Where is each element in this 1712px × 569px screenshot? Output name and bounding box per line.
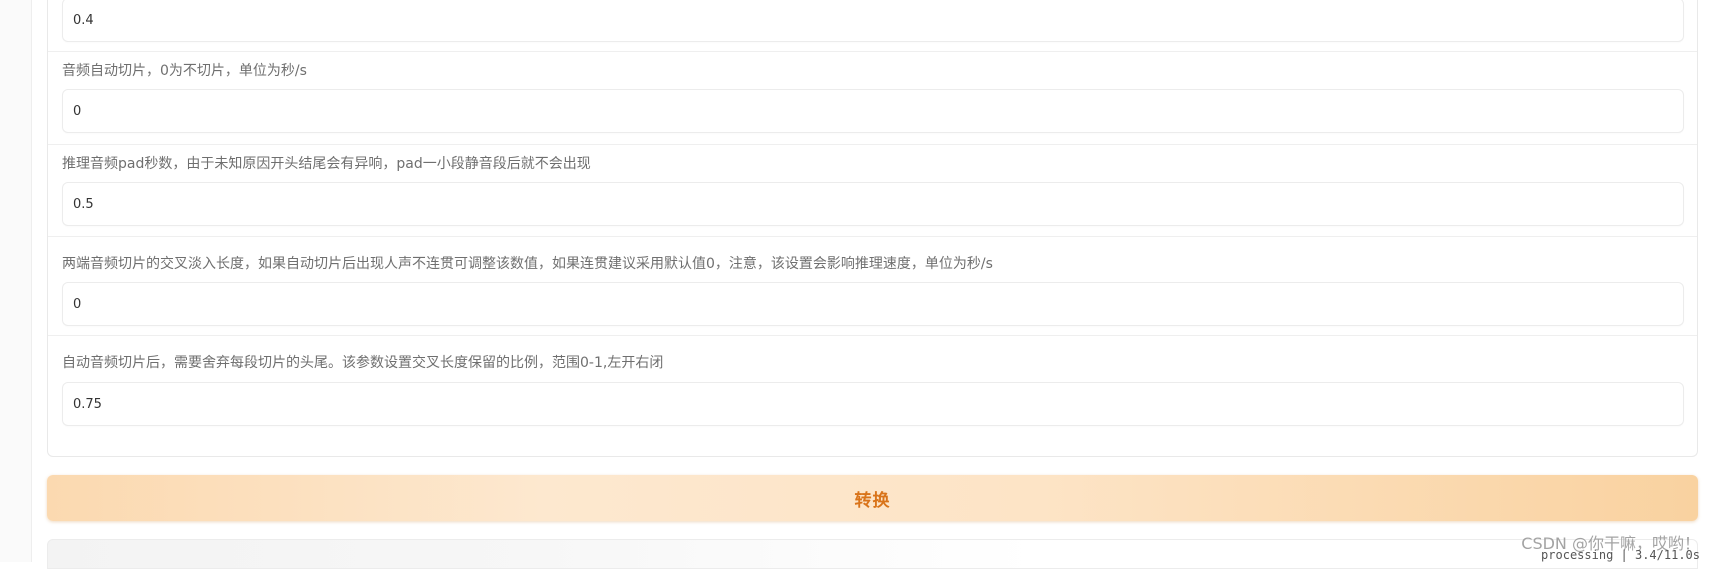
divider bbox=[48, 144, 1697, 145]
processing-status: processing | 3.4/11.0s bbox=[1541, 548, 1700, 562]
pad-seconds-input[interactable] bbox=[62, 182, 1684, 226]
crossfade-length-label: 两端音频切片的交叉淡入长度，如果自动切片后出现人声不连贯可调整该数值，如果连贯建… bbox=[62, 256, 993, 272]
left-gutter bbox=[0, 0, 32, 562]
keep-ratio-label: 自动音频切片后，需要舍弃每段切片的头尾。该参数设置交叉长度保留的比例，范围0-1… bbox=[62, 355, 664, 371]
output-panel bbox=[47, 539, 1698, 569]
divider bbox=[48, 236, 1697, 237]
keep-ratio-input[interactable] bbox=[62, 382, 1684, 426]
auto-slice-input[interactable] bbox=[62, 89, 1684, 133]
convert-button[interactable]: 转换 bbox=[47, 475, 1698, 521]
divider bbox=[48, 335, 1697, 336]
auto-slice-label: 音频自动切片，0为不切片，单位为秒/s bbox=[62, 63, 307, 79]
crossfade-length-input[interactable] bbox=[62, 282, 1684, 326]
previous-setting-input[interactable] bbox=[62, 0, 1684, 42]
pad-seconds-label: 推理音频pad秒数，由于未知原因开头结尾会有异响，pad一小段静音段后就不会出现 bbox=[62, 156, 591, 172]
settings-panel: 音频自动切片，0为不切片，单位为秒/s 推理音频pad秒数，由于未知原因开头结尾… bbox=[47, 0, 1698, 457]
divider bbox=[48, 51, 1697, 52]
